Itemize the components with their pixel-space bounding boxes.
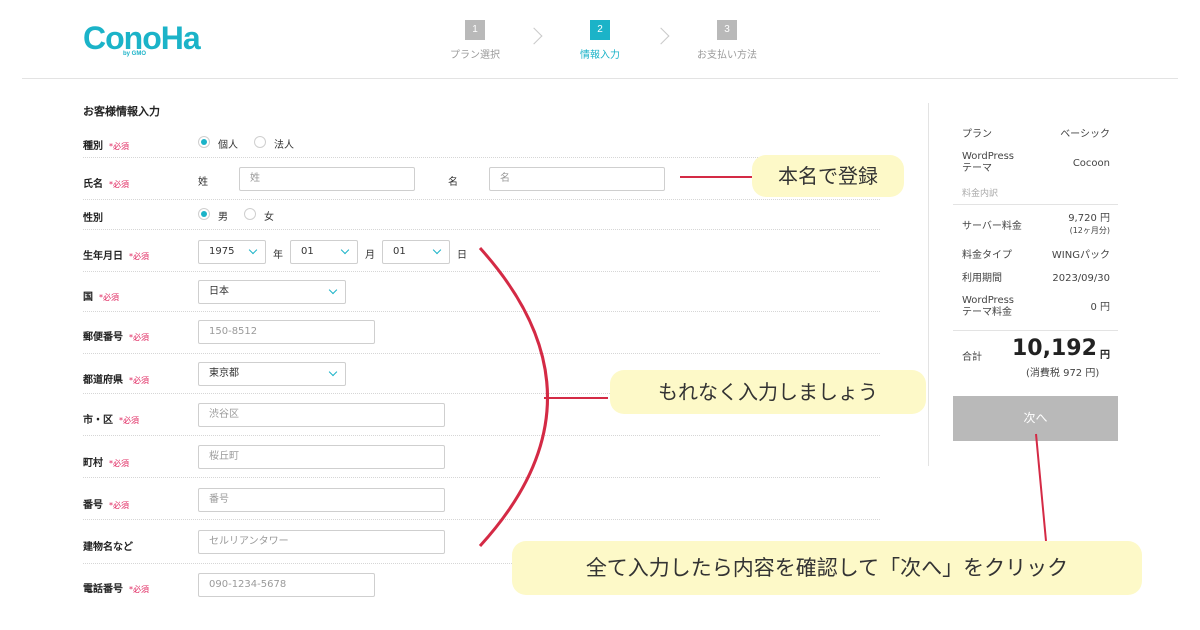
annotation-lines: [478, 176, 1047, 548]
next-pointer-line: [1035, 433, 1047, 542]
name-callout: 本名で登録: [752, 155, 904, 197]
next-callout: 全て入力したら内容を確認して「次へ」をクリック: [512, 541, 1142, 595]
fill-callout: もれなく入力しましょう: [610, 370, 926, 414]
fill-bracket: [478, 246, 549, 548]
